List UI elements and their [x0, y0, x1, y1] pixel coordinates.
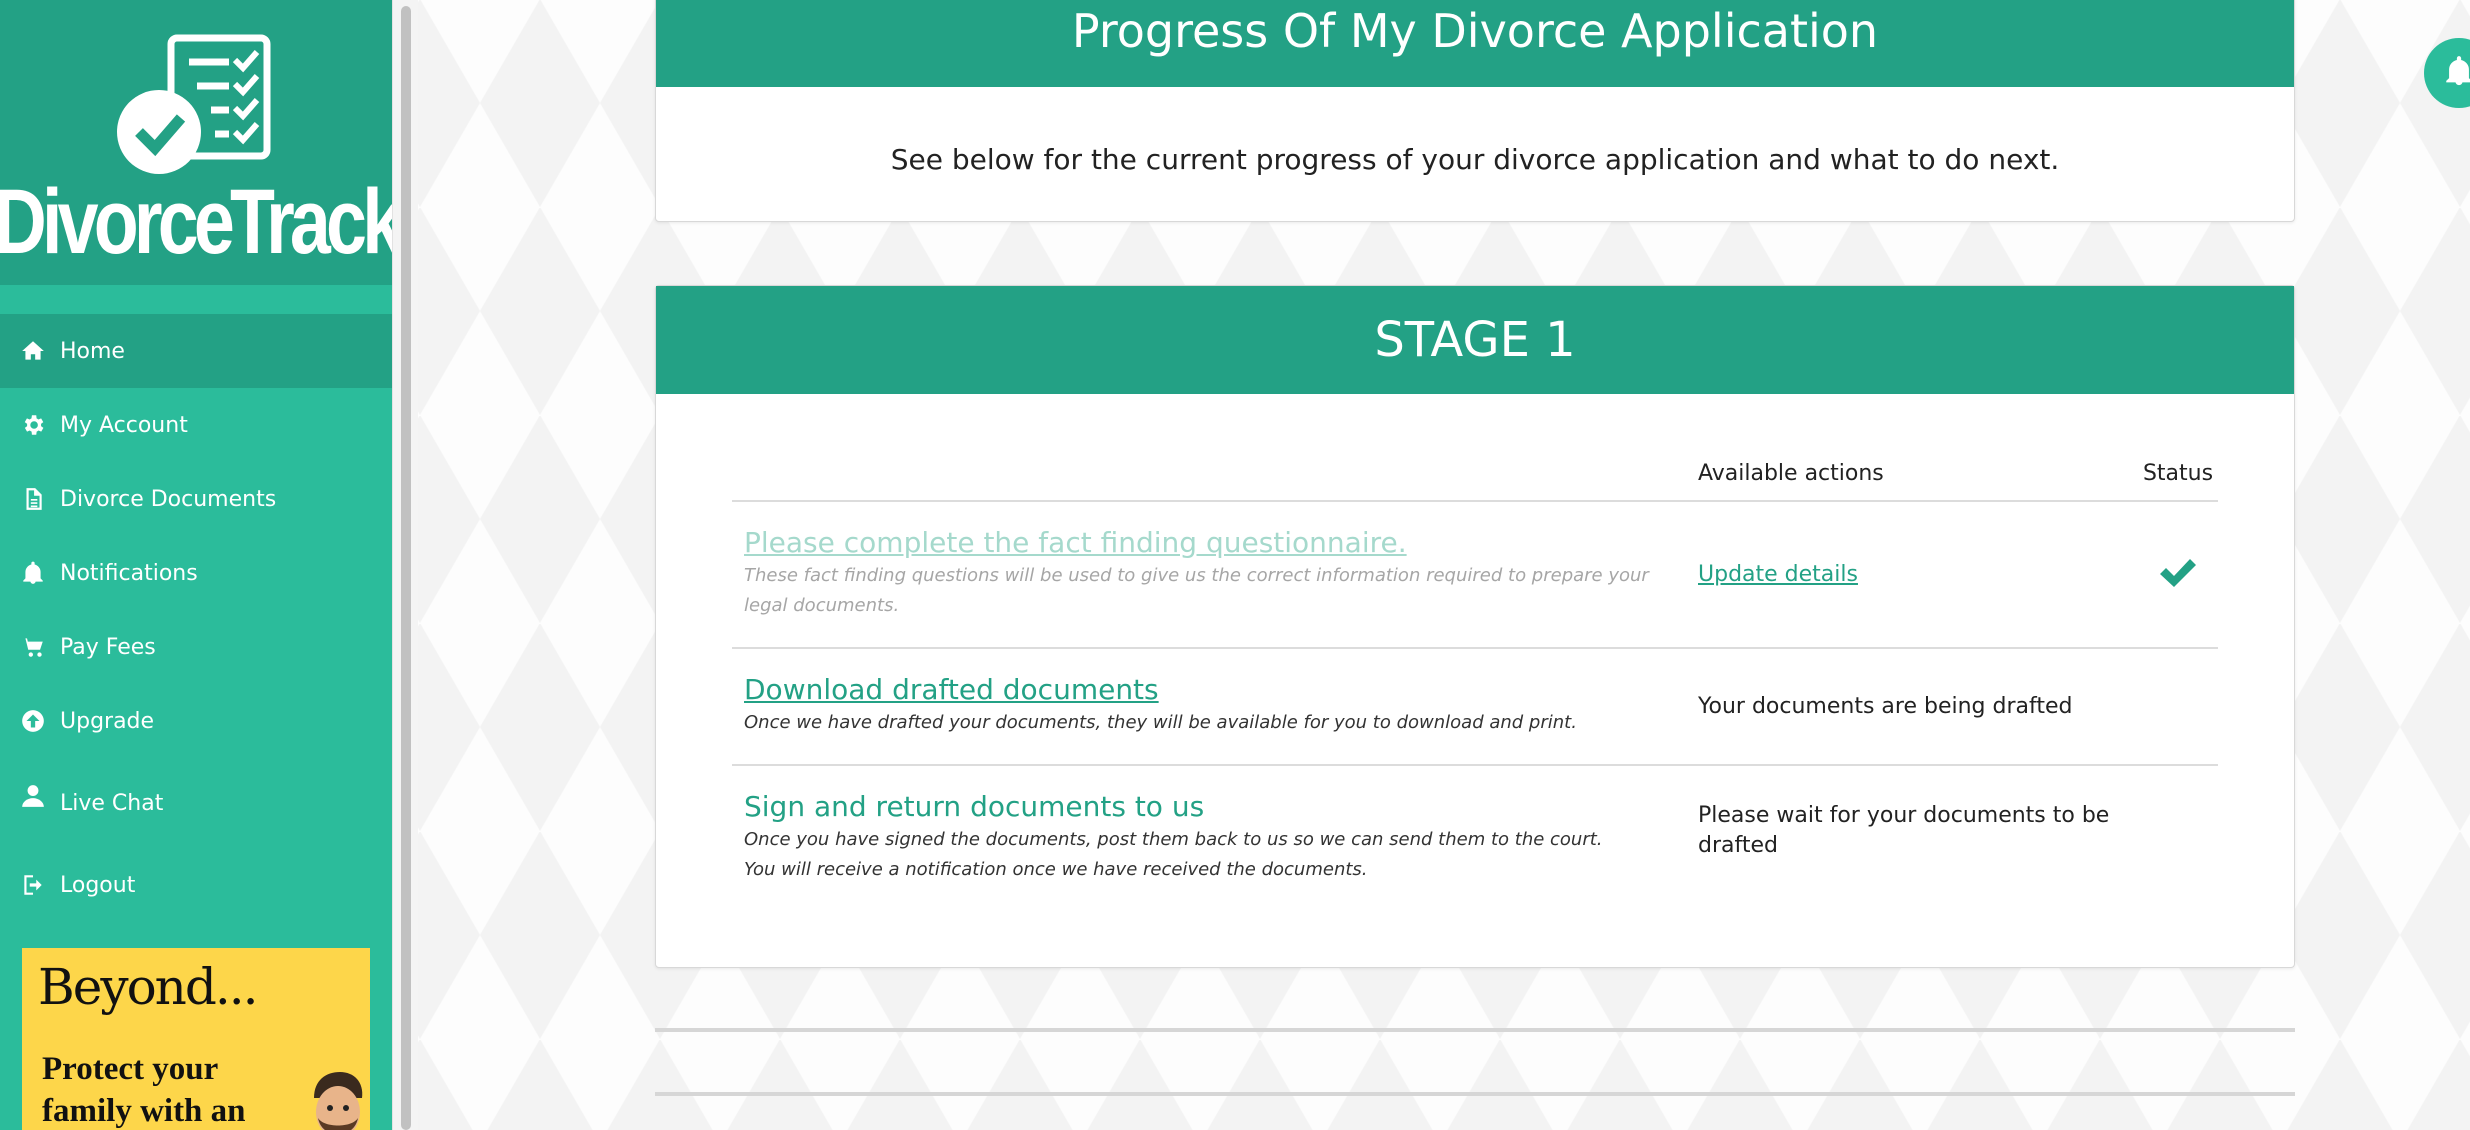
sidebar-item-live-chat[interactable]: Live Chat [0, 758, 392, 848]
download-documents-link[interactable]: Download drafted documents [744, 673, 1159, 706]
sidebar-item-label: Home [60, 338, 125, 364]
status-cell [2138, 649, 2218, 764]
logo[interactable]: DivorceTrack [0, 0, 392, 285]
cartoon-man-icon [314, 1072, 363, 1130]
upgrade-icon [18, 706, 48, 736]
sidebar-item-label: Divorce Documents [60, 486, 277, 512]
stage-title: STAGE 1 [656, 286, 2294, 394]
progress-title: Progress Of My Divorce Application [656, 0, 2294, 87]
sidebar-item-logout[interactable]: Logout [0, 848, 392, 922]
sidebar-item-divorce-documents[interactable]: Divorce Documents [0, 462, 392, 536]
sidebar-item-notifications[interactable]: Notifications [0, 536, 392, 610]
sidebar-scrollbar[interactable] [392, 0, 418, 1130]
table-header: Available actions Status [732, 446, 2218, 502]
action-status-text: Your documents are being drafted [1698, 693, 2073, 719]
sidebar-item-label: Upgrade [60, 708, 155, 734]
sidebar-item-my-account[interactable]: My Account [0, 388, 392, 462]
ad-title: Beyond... [38, 958, 259, 1016]
sidebar: DivorceTrack Home My Account Divorce Doc… [0, 0, 392, 1130]
action-status-text: Please wait for your documents to be draf… [1698, 803, 2110, 858]
status-cell [2138, 766, 2218, 896]
task-description: Once you have signed the documents, post… [744, 829, 1603, 880]
table-row: Download drafted documents Once we have … [732, 649, 2218, 766]
sidebar-item-upgrade[interactable]: Upgrade [0, 684, 392, 758]
sign-return-title: Sign and return documents to us [744, 790, 1205, 823]
divider [655, 1028, 2295, 1032]
bell-icon [18, 558, 48, 588]
task-description: These fact finding questions will be use… [744, 565, 1649, 616]
ad-banner[interactable]: Beyond... Protect your family with an [22, 948, 370, 1130]
notification-bell-button[interactable] [2424, 38, 2470, 108]
gear-icon [18, 410, 48, 440]
update-details-link[interactable]: Update details [1698, 560, 1858, 590]
progress-description: See below for the current progress of yo… [890, 143, 2060, 176]
table-row: Sign and return documents to us Once you… [732, 766, 2218, 896]
scrollbar-thumb[interactable] [401, 6, 411, 1130]
logout-icon [18, 870, 48, 900]
ad-text: Protect your family with an [42, 1051, 246, 1129]
sidebar-nav: Home My Account Divorce Documents Notifi… [0, 314, 392, 922]
stage-table: Available actions Status Please complete… [732, 446, 2218, 896]
sidebar-item-label: Pay Fees [60, 634, 156, 660]
sidebar-item-pay-fees[interactable]: Pay Fees [0, 610, 392, 684]
sidebar-item-home[interactable]: Home [0, 314, 392, 388]
sidebar-item-label: My Account [60, 412, 188, 438]
sidebar-item-label: Live Chat [60, 790, 164, 816]
progress-card: Progress Of My Divorce Application See b… [655, 0, 2295, 222]
bell-icon [2442, 54, 2470, 92]
column-header-actions: Available actions [1698, 460, 1884, 486]
user-icon [18, 781, 48, 811]
task-description: Once we have drafted your documents, the… [744, 712, 1577, 733]
logo-text: DivorceTrack [0, 171, 392, 273]
home-icon [18, 336, 48, 366]
sidebar-item-label: Logout [60, 872, 136, 898]
document-icon [18, 484, 48, 514]
sidebar-item-label: Notifications [60, 560, 198, 586]
check-icon [2158, 556, 2198, 594]
divider [655, 1092, 2295, 1096]
column-header-status: Status [2142, 460, 2214, 486]
checklist-logo-icon [117, 34, 271, 174]
table-row: Please complete the fact finding questio… [732, 502, 2218, 649]
cart-icon [18, 632, 48, 662]
stage-card: STAGE 1 Available actions Status Please … [655, 285, 2295, 968]
questionnaire-link[interactable]: Please complete the fact finding questio… [744, 526, 1407, 559]
